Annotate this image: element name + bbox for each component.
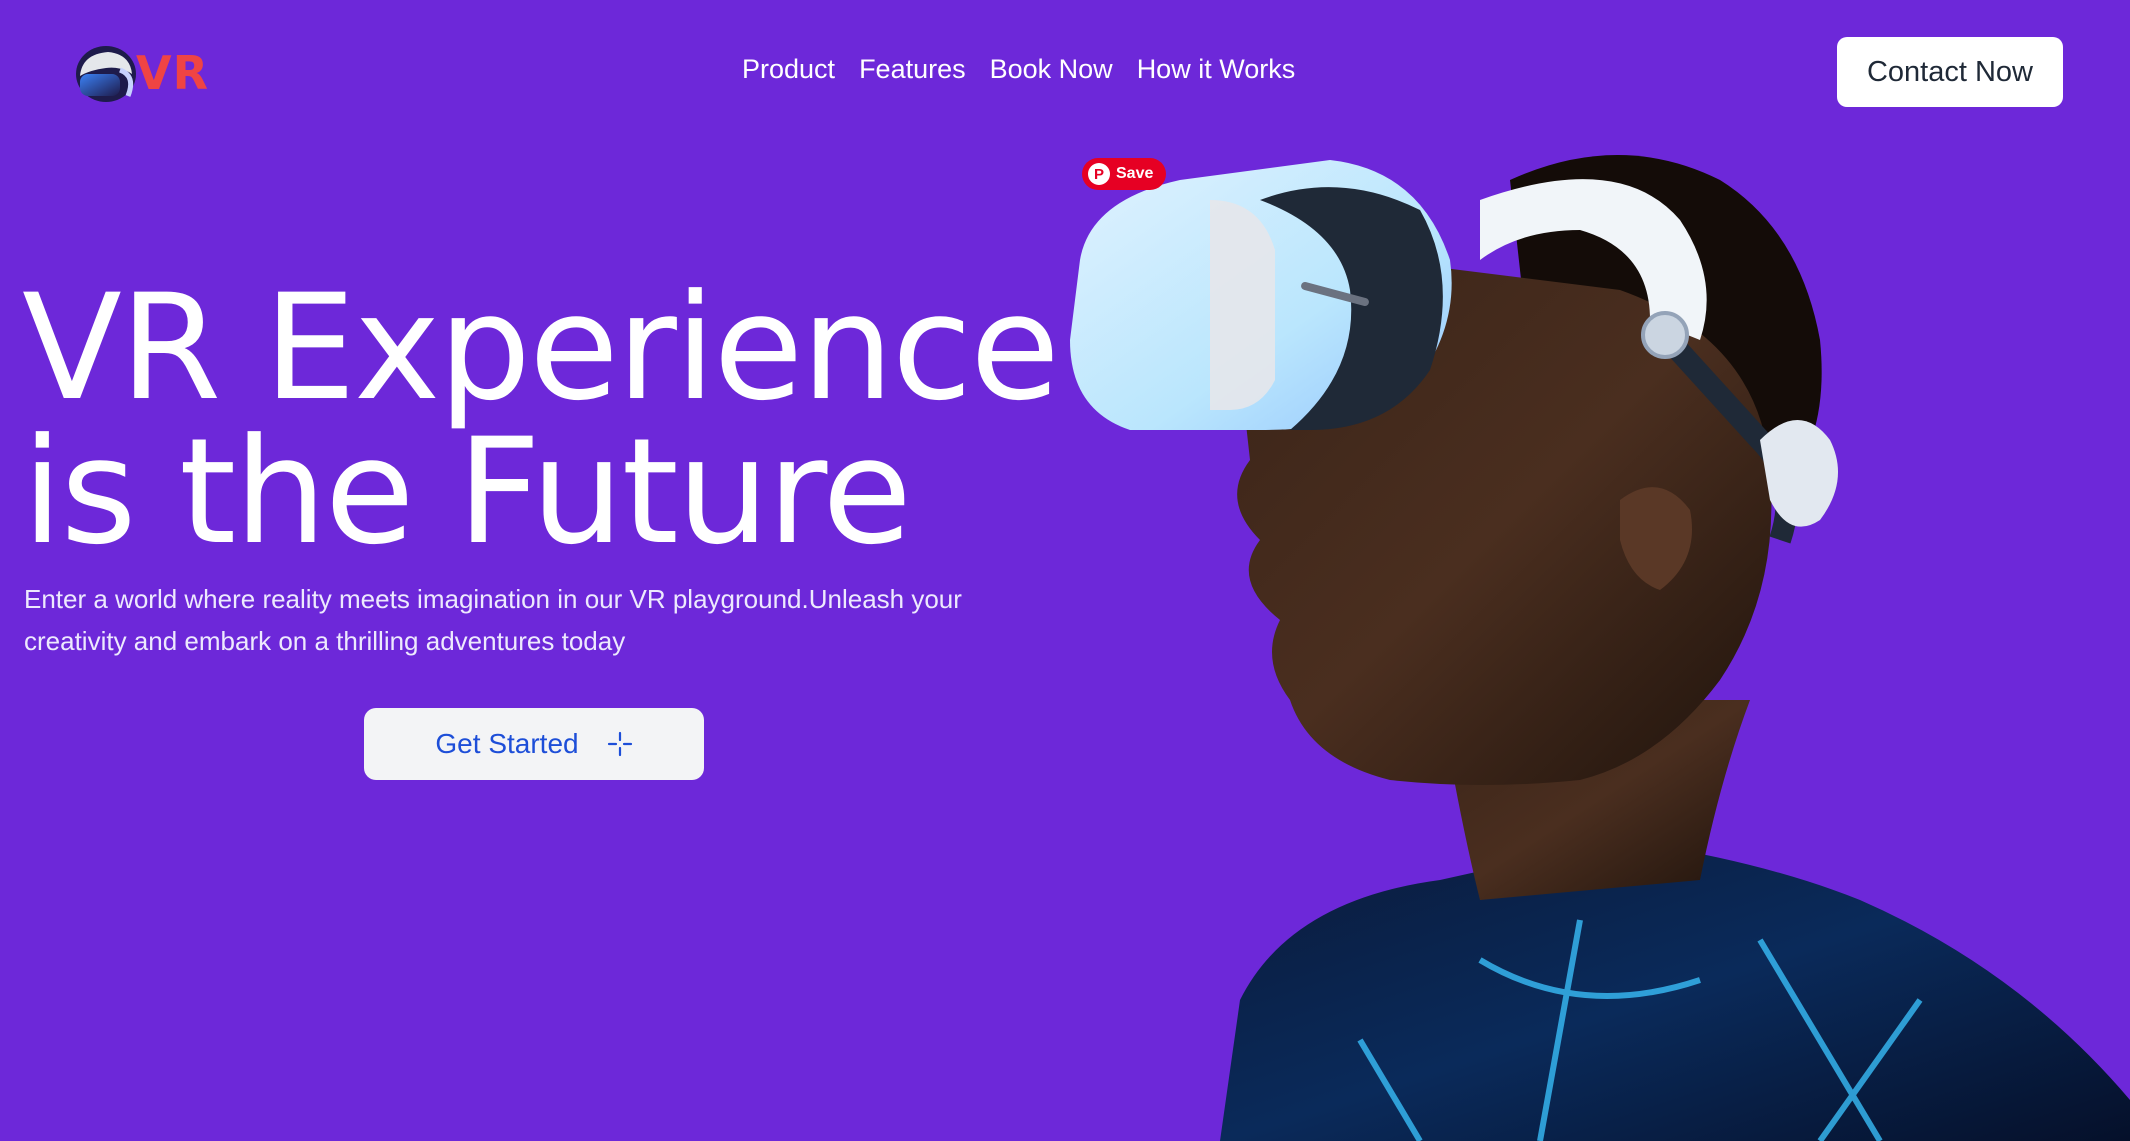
logo-text: VR [136,46,210,100]
hero-title-line-1: VR Experience [22,263,1060,433]
nav-item-book-now[interactable]: Book Now [990,54,1113,85]
hero-title-line-2: is the Future [22,407,912,577]
pinterest-save-label: Save [1116,165,1154,182]
brand-logo[interactable]: VR [70,40,209,106]
get-started-button[interactable]: Get Started [364,708,704,780]
nav-item-how-it-works[interactable]: How it Works [1137,54,1296,85]
pinterest-save-button[interactable]: P Save [1082,158,1166,190]
main-nav: Product Features Book Now How it Works [742,54,1295,85]
sparkle-cursor-icon [607,731,632,757]
get-started-label: Get Started [435,728,579,759]
hero-description: Enter a world where reality meets imagin… [24,584,962,656]
nav-item-product[interactable]: Product [742,54,835,85]
vr-headset-logo-icon [76,46,136,102]
hero-vr-person-image [1070,155,2130,1141]
nav-item-features[interactable]: Features [859,54,966,85]
pinterest-icon: P [1088,163,1110,185]
hero-title: VR Experience is the Future [22,263,1060,577]
contact-now-button[interactable]: Contact Now [1837,37,2063,107]
